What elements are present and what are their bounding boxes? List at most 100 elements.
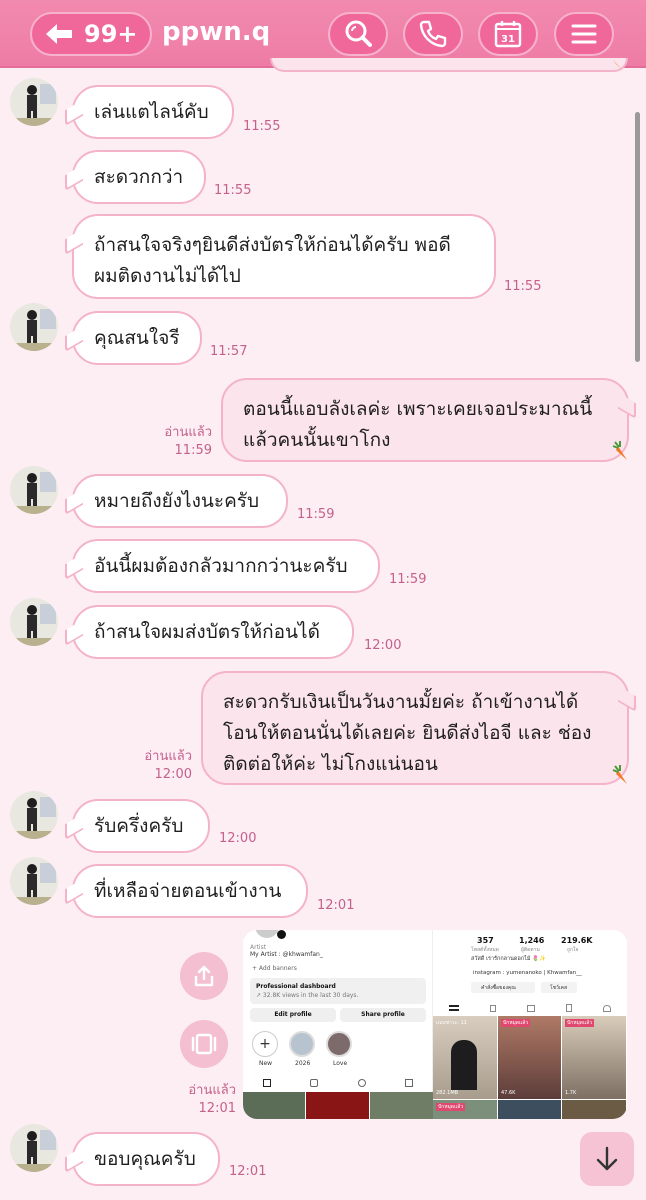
bookmark-tab-icon	[565, 1004, 572, 1012]
highlight-label: Love	[333, 1060, 348, 1067]
read-label: อ่านแล้ว	[164, 425, 212, 440]
share-profile-label: Share profile	[361, 1011, 405, 1018]
back-button[interactable]: 99+	[30, 12, 152, 56]
highlight-label: 2026	[295, 1060, 311, 1067]
lock-tab-icon	[489, 1004, 496, 1012]
pinned-badge: ปักหมุดแล้ว	[565, 1019, 595, 1027]
avatar[interactable]	[10, 78, 58, 126]
message-bubble[interactable]: ถ้าสนใจจริงๆยินดีส่งบัตรให้ก่อนได้ครับ พ…	[72, 214, 496, 299]
stat-posts-label: โพสต์ทั้งหมด	[471, 947, 499, 953]
avatar[interactable]	[10, 857, 58, 905]
professional-dashboard: Professional dashboard ↗ 32.8K views in …	[250, 978, 426, 1004]
keep-icon	[191, 1033, 217, 1055]
arrow-left-icon	[46, 24, 72, 44]
avatar-image	[10, 1124, 58, 1172]
showcase-chip-label: โชว์เคส	[550, 985, 567, 991]
message-text: ขอบคุณครับ	[94, 1147, 196, 1170]
arrow-down-icon	[596, 1146, 618, 1171]
showcase-chip: โชว์เคส	[541, 982, 577, 993]
carrot-icon	[613, 60, 622, 70]
tile-views: 47.6K	[501, 1090, 516, 1096]
post-thumb	[243, 1092, 305, 1119]
share-profile-button: Share profile	[340, 1008, 426, 1022]
menu-icon	[571, 24, 597, 44]
message-bubble[interactable]: สะดวกกว่า	[72, 150, 206, 204]
message-time: 12:00	[364, 638, 402, 653]
profile-my-artist: My Artist : @khwamfan_	[250, 951, 323, 958]
message-text-line: สะดวกรับเงินเป็นวันงานมั้ยค่ะ ถ้าเข้างาน…	[223, 691, 579, 713]
profile-tabs	[243, 1076, 433, 1090]
chat-title: ppwn.q	[162, 17, 271, 47]
profile-greeting: สวัสดี เรารักกลานดอกไม้ 🌷✨	[471, 956, 546, 962]
message-bubble[interactable]: ตอนนี้แอบลังเลค่ะ เพราะเคยเจอประมาณนี้ แ…	[221, 378, 629, 462]
message-text: สะดวกกว่า	[94, 165, 184, 188]
message-text: เล่นแตไลน์คับ	[94, 100, 209, 123]
avatar[interactable]	[10, 303, 58, 351]
person-shape	[451, 1040, 477, 1090]
message-bubble[interactable]: เล่นแตไลน์คับ	[72, 85, 234, 139]
avatar[interactable]	[10, 598, 58, 646]
repost-tab-icon	[526, 1004, 535, 1012]
message-time: 12:01	[229, 1164, 267, 1179]
shared-screenshot-image[interactable]: Artist My Artist : @khwamfan_ + Add bann…	[243, 930, 627, 1119]
dashboard-title: Professional dashboard	[256, 983, 336, 990]
heart-tab-icon	[602, 1004, 611, 1012]
message-bubble[interactable]: สะดวกรับเงินเป็นวันงานมั้ยค่ะ ถ้าเข้างาน…	[201, 671, 629, 785]
pinned-badge: ปักหมุดแล้ว	[436, 1103, 466, 1111]
scroll-to-bottom-button[interactable]	[580, 1132, 634, 1186]
avatar[interactable]	[10, 466, 58, 514]
message-bubble[interactable]: ขอบคุณครับ	[72, 1132, 220, 1186]
calendar-button[interactable]: 31	[478, 12, 538, 56]
video-tile: ปักหมุดแล้ว 1.7K	[562, 1016, 626, 1099]
scrollbar[interactable]	[635, 112, 640, 362]
repost-tab-icon	[357, 1079, 366, 1087]
message-time: 12:00	[219, 831, 257, 846]
tile-views: 1.7K	[565, 1090, 577, 1096]
menu-button[interactable]	[554, 12, 614, 56]
message-time: 11:55	[504, 279, 542, 294]
add-story-icon	[277, 930, 286, 939]
message-bubble[interactable]: หมายถึงยังไงนะครับ	[72, 474, 288, 528]
video-tile: ปักหมุดแล้ว	[433, 1100, 497, 1119]
message-text: คุณสนใจรี	[94, 326, 180, 349]
message-bubble[interactable]: รับครึ่งครับ	[72, 799, 210, 853]
message-time: 11:59	[297, 507, 335, 522]
dashboard-views: ↗ 32.8K views in the last 30 days.	[256, 992, 359, 999]
message-text-line: ติดต่อให้ค่ะ ไม่โกงแน่นอน	[223, 753, 438, 775]
edit-profile-button: Edit profile	[250, 1008, 336, 1022]
message-bubble[interactable]: คุณสนใจรี	[72, 311, 202, 365]
read-receipt: อ่านแล้ว 11:59	[160, 424, 212, 460]
call-button[interactable]	[403, 12, 463, 56]
message-time: 11:59	[174, 443, 212, 458]
reels-tab-icon	[310, 1079, 319, 1087]
message-time: 11:59	[389, 572, 427, 587]
message-text: ที่เหลือจ่ายตอนเข้างาน	[94, 879, 282, 902]
message-text-line: แล้วคนนั้นเขาโกง	[243, 429, 391, 451]
message-text: หมายถึงยังไงนะครับ	[94, 489, 260, 512]
new-highlight-icon: +	[252, 1031, 278, 1057]
message-bubble[interactable]: อันนี้ผมต้องกลัวมากกว่านะครับ	[72, 539, 380, 593]
message-bubble[interactable]: ถ้าสนใจผมส่งบัตรให้ก่อนได้	[72, 605, 354, 659]
message-time: 11:57	[210, 344, 248, 359]
message-text: รับครึ่งครับ	[94, 814, 184, 837]
add-banners-link: + Add banners	[252, 965, 297, 972]
avatar-image	[10, 791, 58, 839]
profile-screenshot: Artist My Artist : @khwamfan_ + Add bann…	[243, 930, 433, 1119]
message-time: 12:00	[154, 767, 192, 782]
read-label: อ่านแล้ว	[188, 1083, 236, 1098]
message-time: 12:01	[198, 1101, 236, 1116]
avatar-image	[10, 78, 58, 126]
edit-profile-label: Edit profile	[274, 1011, 312, 1018]
message-text: อันนี้ผมต้องกลัวมากกว่านะครับ	[94, 554, 348, 577]
read-receipt: อ่านแล้ว 12:01	[180, 1082, 236, 1118]
avatar[interactable]	[10, 1124, 58, 1172]
share-button[interactable]	[180, 952, 228, 1000]
calendar-day: 31	[501, 34, 515, 45]
stats-tabs	[433, 1002, 626, 1014]
avatar-image	[10, 303, 58, 351]
search-button[interactable]	[328, 12, 388, 56]
keep-button[interactable]	[180, 1020, 228, 1068]
avatar[interactable]	[10, 791, 58, 839]
avatar-image	[10, 466, 58, 514]
message-bubble[interactable]: ที่เหลือจ่ายตอนเข้างาน	[72, 864, 308, 918]
